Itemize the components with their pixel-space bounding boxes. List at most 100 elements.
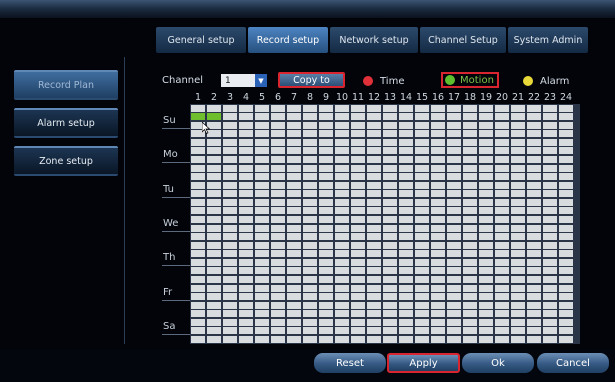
schedule-cell[interactable] xyxy=(447,215,461,223)
schedule-cell[interactable] xyxy=(543,164,557,172)
schedule-cell[interactable] xyxy=(319,181,333,189)
schedule-cell[interactable] xyxy=(255,104,269,112)
schedule-cell[interactable] xyxy=(255,215,269,223)
schedule-cell[interactable] xyxy=(479,164,493,172)
schedule-cell[interactable] xyxy=(559,267,573,275)
schedule-cell[interactable] xyxy=(319,335,333,343)
schedule-cell[interactable] xyxy=(511,104,525,112)
schedule-cell[interactable] xyxy=(351,258,365,266)
schedule-cell[interactable] xyxy=(479,181,493,189)
schedule-cell[interactable] xyxy=(239,224,253,232)
schedule-cell[interactable] xyxy=(271,155,285,163)
schedule-cell[interactable] xyxy=(495,215,509,223)
schedule-cell[interactable] xyxy=(367,318,381,326)
schedule-cell[interactable] xyxy=(511,181,525,189)
schedule-cell[interactable] xyxy=(559,147,573,155)
schedule-cell[interactable] xyxy=(303,275,317,283)
schedule-cell[interactable] xyxy=(511,224,525,232)
schedule-cell[interactable] xyxy=(447,164,461,172)
schedule-cell[interactable] xyxy=(559,155,573,163)
schedule-cell[interactable] xyxy=(559,250,573,258)
schedule-cell[interactable] xyxy=(479,241,493,249)
schedule-cell[interactable] xyxy=(511,258,525,266)
schedule-cell[interactable] xyxy=(415,130,429,138)
schedule-cell[interactable] xyxy=(351,267,365,275)
schedule-cell[interactable] xyxy=(399,224,413,232)
schedule-cell[interactable] xyxy=(271,258,285,266)
schedule-cell[interactable] xyxy=(447,275,461,283)
schedule-cell[interactable] xyxy=(383,318,397,326)
schedule-cell[interactable] xyxy=(287,241,301,249)
schedule-cell[interactable] xyxy=(399,233,413,241)
schedule-cell[interactable] xyxy=(303,138,317,146)
schedule-cell[interactable] xyxy=(255,250,269,258)
schedule-cell[interactable] xyxy=(527,233,541,241)
schedule-cell[interactable] xyxy=(511,121,525,129)
schedule-cell[interactable] xyxy=(495,138,509,146)
schedule-cell[interactable] xyxy=(495,318,509,326)
schedule-cell[interactable] xyxy=(223,155,237,163)
schedule-cell[interactable] xyxy=(415,267,429,275)
schedule-cell[interactable] xyxy=(335,327,349,335)
schedule-cell[interactable] xyxy=(431,147,445,155)
schedule-cell[interactable] xyxy=(239,164,253,172)
schedule-cell[interactable] xyxy=(271,301,285,309)
schedule-cell[interactable] xyxy=(303,335,317,343)
schedule-cell[interactable] xyxy=(527,293,541,301)
schedule-cell[interactable] xyxy=(303,233,317,241)
schedule-cell[interactable] xyxy=(399,198,413,206)
schedule-cell[interactable] xyxy=(351,327,365,335)
schedule-cell[interactable] xyxy=(511,275,525,283)
schedule-cell[interactable] xyxy=(447,258,461,266)
schedule-cell[interactable] xyxy=(255,147,269,155)
schedule-cell[interactable] xyxy=(495,335,509,343)
schedule-cell[interactable] xyxy=(191,241,205,249)
schedule-cell[interactable] xyxy=(543,301,557,309)
schedule-cell[interactable] xyxy=(479,335,493,343)
schedule-cell[interactable] xyxy=(399,301,413,309)
schedule-cell[interactable] xyxy=(207,164,221,172)
schedule-cell[interactable] xyxy=(511,215,525,223)
schedule-cell[interactable] xyxy=(511,335,525,343)
schedule-cell[interactable] xyxy=(239,147,253,155)
schedule-cell[interactable] xyxy=(319,130,333,138)
schedule-cell[interactable] xyxy=(351,190,365,198)
schedule-cell[interactable] xyxy=(559,121,573,129)
schedule-cell[interactable] xyxy=(287,207,301,215)
schedule-grid[interactable] xyxy=(190,104,580,344)
schedule-cell[interactable] xyxy=(255,130,269,138)
legend-time[interactable]: Time xyxy=(363,72,404,90)
schedule-cell[interactable] xyxy=(191,104,205,112)
schedule-cell[interactable] xyxy=(239,173,253,181)
ok-button[interactable]: Ok xyxy=(462,353,534,373)
schedule-cell[interactable] xyxy=(399,104,413,112)
schedule-cell[interactable] xyxy=(287,130,301,138)
schedule-cell[interactable] xyxy=(383,181,397,189)
schedule-cell[interactable] xyxy=(223,310,237,318)
schedule-cell[interactable] xyxy=(559,335,573,343)
schedule-cell[interactable] xyxy=(415,164,429,172)
schedule-cell[interactable] xyxy=(415,198,429,206)
schedule-cell[interactable] xyxy=(383,301,397,309)
schedule-cell[interactable] xyxy=(255,207,269,215)
schedule-cell[interactable] xyxy=(527,215,541,223)
schedule-cell[interactable] xyxy=(207,224,221,232)
schedule-cell[interactable] xyxy=(351,250,365,258)
schedule-cell[interactable] xyxy=(479,233,493,241)
schedule-cell[interactable] xyxy=(495,113,509,121)
schedule-cell[interactable] xyxy=(543,284,557,292)
schedule-cell[interactable] xyxy=(543,258,557,266)
schedule-cell[interactable] xyxy=(351,207,365,215)
schedule-cell[interactable] xyxy=(335,318,349,326)
schedule-cell[interactable] xyxy=(543,104,557,112)
schedule-cell[interactable] xyxy=(239,293,253,301)
schedule-cell[interactable] xyxy=(319,233,333,241)
tab-channel-setup[interactable]: Channel Setup xyxy=(420,27,506,53)
schedule-cell[interactable] xyxy=(383,138,397,146)
schedule-cell[interactable] xyxy=(559,198,573,206)
schedule-cell[interactable] xyxy=(559,284,573,292)
schedule-cell[interactable] xyxy=(511,207,525,215)
schedule-cell[interactable] xyxy=(511,138,525,146)
schedule-cell[interactable] xyxy=(207,267,221,275)
schedule-cell[interactable] xyxy=(463,164,477,172)
